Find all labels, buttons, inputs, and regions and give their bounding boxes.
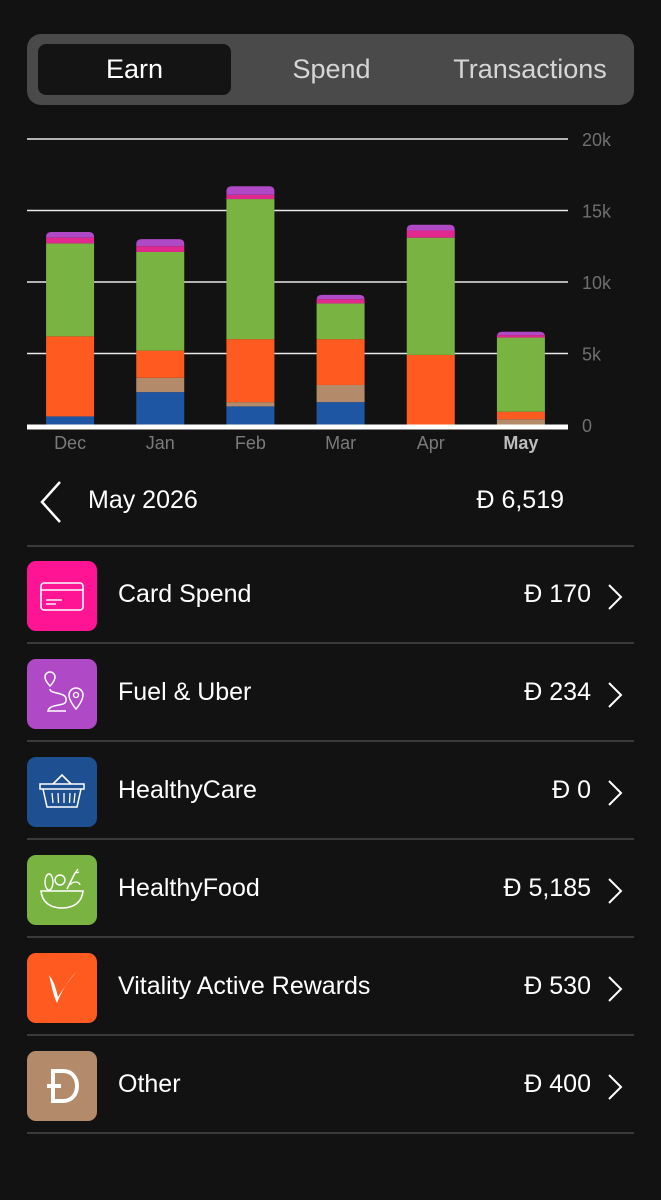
- chevron-right-icon: [608, 976, 623, 1002]
- bar-segment: [46, 416, 95, 425]
- bar-segment: [316, 299, 365, 304]
- bar-segment: [226, 199, 275, 340]
- list-item-healthycare[interactable]: HealthyCare Ð 0: [0, 742, 661, 840]
- x-tick-label: Mar: [325, 433, 356, 453]
- list-item-label: Vitality Active Rewards: [118, 972, 371, 1000]
- chevron-right-icon: [608, 780, 623, 806]
- month-summary-row: May 2026 Ð 6,519: [0, 470, 661, 534]
- list-item-card-spend[interactable]: Card Spend Ð 170: [0, 546, 661, 644]
- list-item-healthyfood[interactable]: HealthyFood Ð 5,185: [0, 840, 661, 938]
- bar-segment: [136, 392, 185, 425]
- bar-segment: [316, 384, 365, 403]
- discovery-miles-icon: [27, 1051, 97, 1121]
- bar-segment: [496, 419, 545, 425]
- list-item-value: Ð 5,185: [503, 874, 591, 902]
- list-item-other[interactable]: Other Ð 400: [0, 1036, 661, 1134]
- list-item-value: Ð 234: [524, 678, 591, 706]
- y-tick-label: 20k: [582, 130, 612, 150]
- bar-segment: [496, 335, 545, 338]
- x-tick-label: Jan: [146, 433, 175, 453]
- list-item-label: HealthyCare: [118, 776, 257, 804]
- y-tick-label: 10k: [582, 273, 612, 293]
- bar-segment: [46, 231, 95, 238]
- y-tick-label: 5k: [582, 345, 602, 365]
- list-item-value: Ð 0: [552, 776, 591, 804]
- x-tick-label: Apr: [417, 433, 445, 453]
- selected-month: May 2026: [88, 486, 198, 514]
- x-tick-label: Dec: [54, 433, 86, 453]
- bar-segment: [136, 251, 185, 351]
- list-item-label: Fuel & Uber: [118, 678, 252, 706]
- bar-segment: [316, 339, 365, 385]
- month-total: Ð 6,519: [476, 486, 564, 514]
- list-item-value: Ð 170: [524, 580, 591, 608]
- bar-segment: [316, 402, 365, 425]
- bar-segment: [226, 339, 275, 403]
- bar-segment: [496, 337, 545, 412]
- bar-segment: [136, 350, 185, 378]
- bar-segment: [46, 243, 95, 337]
- chevron-right-icon: [608, 682, 623, 708]
- list-item-label: Card Spend: [118, 580, 252, 608]
- list-item-label: HealthyFood: [118, 874, 260, 902]
- route-icon: [27, 659, 97, 729]
- bar-segment: [406, 354, 455, 425]
- bar-segment: [406, 224, 455, 231]
- y-tick-label: 15k: [582, 202, 612, 222]
- divider: [27, 1132, 634, 1134]
- list-item-label: Other: [118, 1070, 181, 1098]
- x-tick-label: May: [503, 433, 538, 453]
- list-item-vitality-active-rewards[interactable]: Vitality Active Rewards Ð 530: [0, 938, 661, 1036]
- monthly-earnings-chart: 20k 15k 10k 5k 0 Dec Jan Feb Mar Apr May: [27, 130, 612, 453]
- bar-segment: [46, 237, 95, 244]
- chevron-right-icon: [608, 878, 623, 904]
- bar-segment: [46, 336, 95, 417]
- bar-segment: [316, 294, 365, 300]
- list-item-value: Ð 530: [524, 972, 591, 1000]
- bar-segment: [406, 230, 455, 238]
- bar-segment: [226, 194, 275, 200]
- bar-segment: [316, 303, 365, 340]
- list-item-fuel-uber[interactable]: Fuel & Uber Ð 234: [0, 644, 661, 742]
- bar-segment: [136, 377, 185, 393]
- bar-segment: [136, 239, 185, 247]
- bar-segment: [226, 406, 275, 425]
- bar-segment: [496, 411, 545, 420]
- food-bowl-icon: [27, 855, 97, 925]
- y-tick-label: 0: [582, 416, 592, 436]
- bar-segment: [226, 402, 275, 407]
- chevron-right-icon: [608, 584, 623, 610]
- chevron-right-icon: [608, 1074, 623, 1100]
- chevron-left-icon[interactable]: [36, 478, 66, 526]
- bar-segment: [226, 186, 275, 195]
- basket-icon: [27, 757, 97, 827]
- bar-segment: [406, 237, 455, 355]
- card-icon: [27, 561, 97, 631]
- list-item-value: Ð 400: [524, 1070, 591, 1098]
- vitality-icon: [27, 953, 97, 1023]
- bar-segment: [136, 246, 185, 252]
- x-tick-label: Feb: [235, 433, 266, 453]
